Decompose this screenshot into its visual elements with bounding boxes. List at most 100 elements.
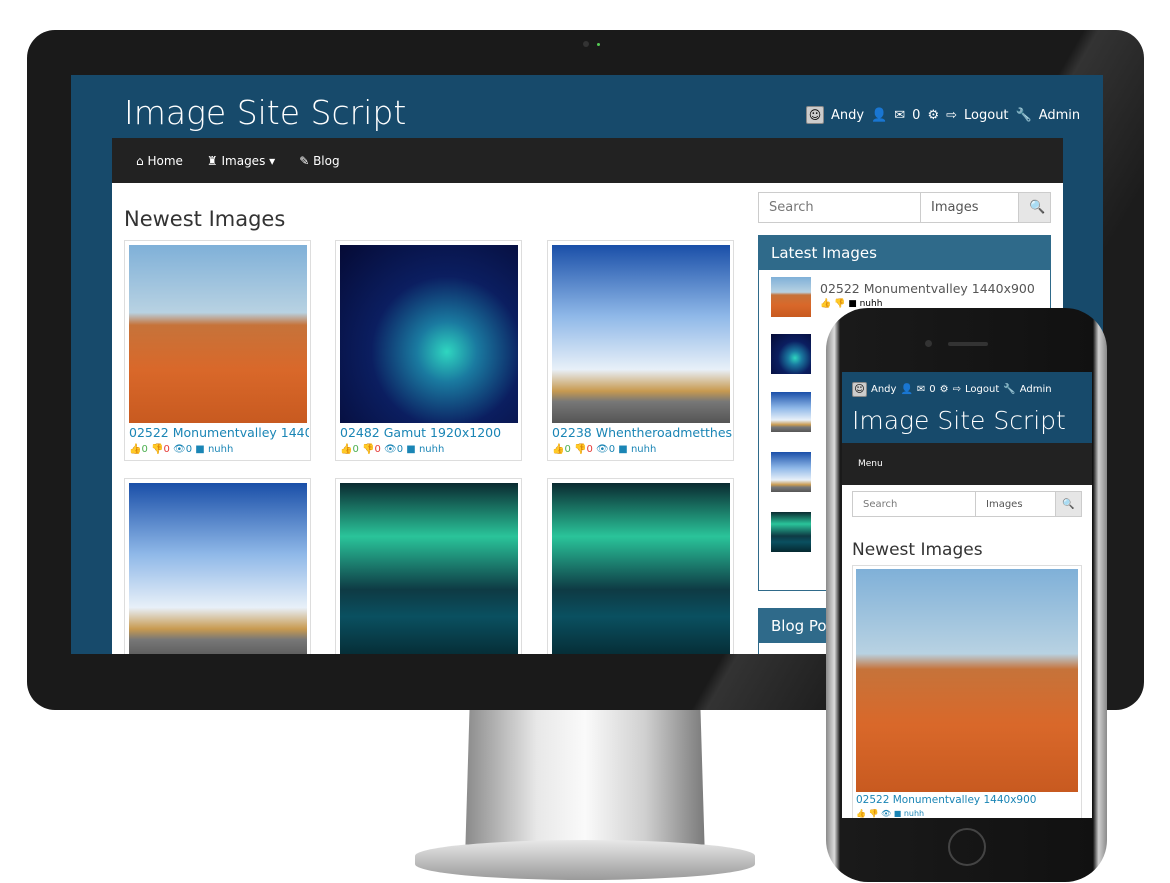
search-scope-select[interactable]: Images xyxy=(921,193,1019,222)
image-thumbnail[interactable] xyxy=(552,483,730,654)
thumbs-down-icon[interactable]: 👎 xyxy=(151,444,163,455)
logout-link[interactable]: Logout xyxy=(965,384,999,395)
latest-images-title: Latest Images xyxy=(759,236,1050,270)
eye-icon: 👁 xyxy=(384,444,397,455)
folder-icon: ■ xyxy=(618,444,628,455)
image-stats: 👍 👎 👁 ■ nuhh xyxy=(856,809,924,818)
folder-icon: ■ xyxy=(406,444,416,455)
latest-thumb[interactable] xyxy=(771,392,811,432)
image-thumbnail[interactable] xyxy=(856,569,1078,792)
image-stats: 👍0 👎0 👁0 ■ nuhh xyxy=(129,444,233,455)
image-thumbnail[interactable] xyxy=(129,483,307,654)
avatar[interactable]: ☺ xyxy=(852,382,867,397)
eye-icon: 👁 xyxy=(596,444,609,455)
latest-thumb[interactable] xyxy=(771,452,811,492)
thumbs-up-icon[interactable]: 👍 xyxy=(129,444,141,455)
image-thumbnail[interactable] xyxy=(340,245,518,423)
monitor-camera xyxy=(583,41,589,47)
phone-home-button xyxy=(948,828,986,866)
latest-image-title[interactable]: 02522 Monumentvalley 1440x900 xyxy=(820,281,1035,296)
image-card[interactable] xyxy=(335,478,522,654)
nav-images[interactable]: ♜ Images ▾ xyxy=(207,154,275,168)
logout-link[interactable]: Logout xyxy=(964,108,1009,123)
image-card[interactable]: 02482 Gamut 1920x1200 👍0 👎0 👁0 ■ nuhh xyxy=(335,240,522,461)
avatar[interactable]: ☺ xyxy=(806,106,824,124)
thumbs-up-icon[interactable]: 👍 xyxy=(340,444,352,455)
pencil-icon: ✎ xyxy=(299,153,310,168)
thumbs-down-icon[interactable]: 👎 xyxy=(362,444,374,455)
image-card[interactable]: 02238 Whentheroadmetthes... 👍0 👎0 👁0 ■ n… xyxy=(547,240,734,461)
phone-menu-button[interactable]: Menu xyxy=(842,443,1092,485)
image-title-link[interactable]: 02522 Monumentvalley 1440x900 xyxy=(856,794,1036,806)
search-icon[interactable]: 🔍 xyxy=(1056,492,1081,516)
phone-screen: ☺ Andy 👤 ✉ 0 ⚙ ⇨ Logout 🔧 Admin Image Site … xyxy=(842,372,1092,818)
caret-down-icon: ▾ xyxy=(269,153,276,168)
views: 0 xyxy=(608,444,616,455)
logout-icon: ⇨ xyxy=(952,384,962,395)
phone-image-card[interactable]: 02522 Monumentvalley 1440x900 👍 👎 👁 ■ nu… xyxy=(852,565,1082,818)
thumbs-up-icon[interactable]: 👍 xyxy=(552,444,564,455)
latest-thumb[interactable] xyxy=(771,277,811,317)
wrench-icon: 🔧 xyxy=(1015,107,1032,123)
eye-icon: 👁 xyxy=(173,444,186,455)
admin-link[interactable]: Admin xyxy=(1039,108,1080,123)
image-card[interactable]: 02522 Monumentvalley 1440... 👍0 👎0 👁0 ■ … xyxy=(124,240,311,461)
category-link[interactable]: nuhh xyxy=(419,444,444,455)
thumbs-down-icon[interactable]: 👎 xyxy=(834,299,845,309)
profile-icon[interactable]: 👤 xyxy=(871,108,887,123)
user-menu: ☺ Andy 👤 ✉ 0 ⚙ ⇨ Logout 🔧 Admin xyxy=(806,106,1080,124)
folder-icon: ■ xyxy=(848,299,857,309)
folder-icon: ■ xyxy=(893,809,902,818)
inbox-icon[interactable]: ✉ xyxy=(894,108,905,123)
nav-home[interactable]: ⌂ Home xyxy=(136,154,183,168)
image-card[interactable] xyxy=(547,478,734,654)
phone-search-bar: Search Images 🔍 xyxy=(852,491,1082,517)
category-link[interactable]: nuhh xyxy=(631,444,656,455)
thumbs-down-icon[interactable]: 👎 xyxy=(574,444,586,455)
image-title-link[interactable]: 02238 Whentheroadmetthes... xyxy=(552,425,732,440)
nav-blog-label: Blog xyxy=(313,153,340,168)
dislikes: 0 xyxy=(586,444,593,455)
inbox-icon[interactable]: ✉ xyxy=(917,384,925,395)
user-name[interactable]: Andy xyxy=(871,384,896,395)
thumbs-up-icon[interactable]: 👍 xyxy=(856,809,866,818)
nav-blog[interactable]: ✎ Blog xyxy=(299,154,339,168)
phone-section-heading: Newest Images xyxy=(852,540,983,560)
eye-icon: 👁 xyxy=(881,809,892,818)
message-count[interactable]: 0 xyxy=(929,384,935,395)
site-title[interactable]: Image Site Script xyxy=(852,406,1066,435)
admin-link[interactable]: Admin xyxy=(1020,384,1052,395)
message-count[interactable]: 0 xyxy=(912,108,920,123)
image-title-link[interactable]: 02482 Gamut 1920x1200 xyxy=(340,425,520,440)
search-input[interactable]: Search xyxy=(759,193,921,222)
thumbs-up-icon[interactable]: 👍 xyxy=(820,299,831,309)
latest-thumb[interactable] xyxy=(771,512,811,552)
latest-thumb[interactable] xyxy=(771,334,811,374)
search-input[interactable]: Search xyxy=(853,492,976,516)
home-icon: ⌂ xyxy=(136,153,144,168)
category-link[interactable]: nuhh xyxy=(208,444,233,455)
search-icon[interactable]: 🔍 xyxy=(1019,193,1050,222)
gear-icon[interactable]: ⚙ xyxy=(940,384,949,395)
profile-icon[interactable]: 👤 xyxy=(900,384,912,395)
search-scope-select[interactable]: Images xyxy=(976,492,1056,516)
logout-icon: ⇨ xyxy=(946,107,958,123)
category-link[interactable]: nuhh xyxy=(904,809,924,818)
image-thumbnail[interactable] xyxy=(129,245,307,423)
phone-user-menu: ☺ Andy 👤 ✉ 0 ⚙ ⇨ Logout 🔧 Admin xyxy=(852,382,1052,397)
phone-camera xyxy=(925,340,932,347)
nav-images-label: Images xyxy=(221,153,266,168)
image-card[interactable] xyxy=(124,478,311,654)
site-title[interactable]: Image Site Script xyxy=(124,93,406,132)
navbar: ⌂ Home ♜ Images ▾ ✎ Blog xyxy=(112,138,1063,183)
image-thumbnail[interactable] xyxy=(340,483,518,654)
likes: 0 xyxy=(564,444,571,455)
user-name[interactable]: Andy xyxy=(831,108,864,123)
gear-icon[interactable]: ⚙ xyxy=(927,108,939,123)
image-thumbnail[interactable] xyxy=(552,245,730,423)
image-title-link[interactable]: 02522 Monumentvalley 1440... xyxy=(129,425,309,440)
thumbs-down-icon[interactable]: 👎 xyxy=(869,809,879,818)
likes: 0 xyxy=(141,444,148,455)
monitor-base xyxy=(415,840,755,880)
wrench-icon: 🔧 xyxy=(1003,384,1016,395)
